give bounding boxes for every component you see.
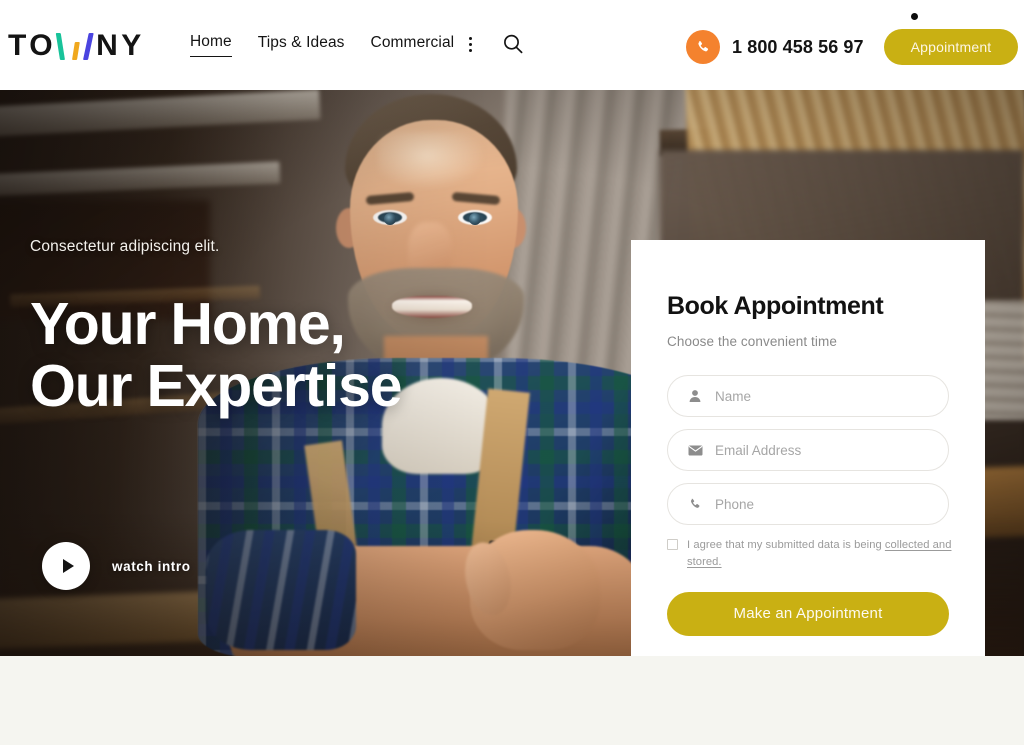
logo-stroke-teal [55,33,66,60]
phone-contact[interactable]: 1 800 458 56 97 [686,30,864,64]
consent-text: I agree that my submitted data is being … [687,537,957,572]
hero-eyebrow: Consectetur adipiscing elit. [30,238,220,255]
hero-section: Consectetur adipiscing elit. Your Home, … [0,90,1024,656]
nav-item-tips-ideas[interactable]: Tips & Ideas [258,34,345,57]
logo[interactable]: TO NY [8,28,145,64]
email-input[interactable] [715,442,915,458]
envelope-icon [686,441,704,459]
logo-text-after: NY [96,29,145,62]
watch-intro[interactable]: watch intro [42,542,191,590]
name-input[interactable] [715,388,915,404]
main-nav: Home Tips & Ideas Commercial [190,33,454,57]
email-field[interactable] [667,429,949,471]
search-icon[interactable] [502,33,524,55]
consent-row: I agree that my submitted data is being … [667,537,957,572]
hero-copy: Consectetur adipiscing elit. Your Home, … [30,238,550,418]
form-title: Book Appointment [667,292,884,320]
phone-number[interactable]: 1 800 458 56 97 [732,37,864,58]
notification-dot [911,13,918,20]
name-field[interactable] [667,375,949,417]
page-title: Your Home, Our Expertise [30,291,550,419]
logo-text: TO NY [8,31,145,61]
logo-stroke-yellow [72,42,80,60]
consent-text-main: I agree that my submitted data is being [687,539,885,551]
user-icon [686,387,704,405]
nav-item-commercial[interactable]: Commercial [371,34,455,57]
site-header: TO NY Home Tips & Ideas Commercial 1 800… [0,0,1024,90]
hero-title-line-2: Our Expertise [30,352,403,419]
watch-intro-label[interactable]: watch intro [112,559,191,574]
play-icon[interactable] [42,542,90,590]
form-subtitle: Choose the convenient time [667,334,837,349]
nav-item-home[interactable]: Home [190,33,232,57]
page-root: TO NY Home Tips & Ideas Commercial 1 800… [0,0,1024,745]
logo-stroke-blue [83,33,94,60]
make-appointment-button[interactable]: Make an Appointment [667,591,949,636]
phone-icon[interactable] [686,30,720,64]
hero-title-line-1: Your Home, [30,291,346,357]
next-section [0,656,1024,745]
three-dots-vertical-icon[interactable] [466,36,478,54]
book-appointment-form: Book Appointment Choose the convenient t… [631,240,985,656]
phone-field[interactable] [667,483,949,525]
phone-input[interactable] [715,496,915,512]
consent-checkbox[interactable] [667,539,678,550]
logo-text-before: TO [8,29,57,62]
phone-icon [686,495,704,513]
appointment-button[interactable]: Appointment [884,29,1018,65]
logo-w-mark [55,32,94,60]
